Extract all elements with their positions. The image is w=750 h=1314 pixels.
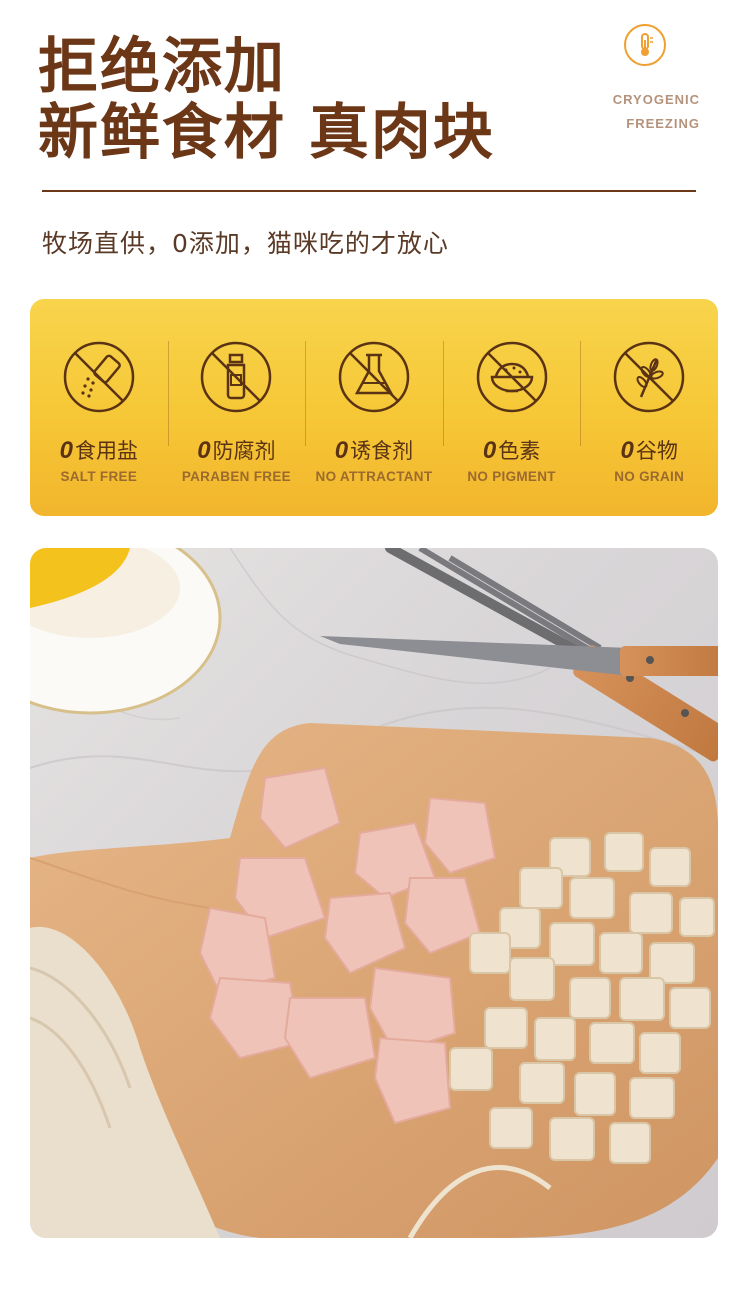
- feature-label: 0谷物: [580, 435, 718, 465]
- feature-sub: NO PIGMENT: [467, 469, 556, 484]
- subtitle: 牧场直供，0添加，猫咪吃的才放心: [42, 229, 449, 258]
- feature-label: 0防腐剂: [168, 435, 306, 465]
- badge-line-1: CRYOGENIC: [612, 92, 700, 107]
- divider: [42, 190, 696, 192]
- feature-zero: 0: [334, 437, 349, 464]
- feature-sub: SALT FREE: [60, 469, 138, 484]
- product-photo: [30, 548, 718, 1238]
- feature-text: 谷物: [635, 439, 678, 463]
- title-line-1: 拒绝添加: [38, 32, 286, 102]
- bowl-crossed-icon: [476, 341, 547, 413]
- page-title: 拒绝添加 新鲜食材 真肉块: [38, 34, 495, 166]
- feature-paraben-free: 0防腐剂 PARABEN FREE: [167, 299, 306, 516]
- flask-crossed-icon: [338, 341, 410, 413]
- feature-label: 0诱食剂: [305, 435, 443, 465]
- feature-no-attractant: 0诱食剂 NO ATTRACTANT: [305, 299, 443, 516]
- feature-sub: PARABEN FREE: [181, 469, 291, 484]
- title-line-2: 新鲜食材 真肉块: [38, 98, 495, 168]
- feature-text: 食用盐: [74, 439, 138, 463]
- thermometer-icon: [624, 24, 666, 66]
- cryogenic-badge: CRYOGENIC FREEZING: [590, 24, 700, 136]
- feature-zero: 0: [197, 437, 211, 464]
- feature-salt-free: 0食用盐 SALT FREE: [30, 299, 168, 516]
- feature-zero: 0: [59, 437, 73, 464]
- feature-zero: 0: [482, 437, 497, 464]
- salt-shaker-crossed-icon: [63, 341, 135, 413]
- feature-sub: NO GRAIN: [614, 469, 685, 484]
- feature-sub: NO ATTRACTANT: [315, 469, 433, 484]
- feature-no-grain: 0谷物 NO GRAIN: [580, 299, 718, 516]
- feature-list: 0食用盐 SALT FREE 0防腐剂 PARABEN FREE 0诱食剂 NO…: [30, 299, 718, 516]
- feature-text: 诱食剂: [350, 439, 414, 463]
- bottle-crossed-icon: [201, 341, 272, 413]
- photo-illustration: [30, 548, 718, 1238]
- free-from-panel: 0食用盐 SALT FREE 0防腐剂 PARABEN FREE 0诱食剂 NO…: [30, 299, 718, 516]
- feature-label: 0色素: [443, 435, 581, 465]
- wheat-crossed-icon: [613, 341, 685, 413]
- feature-zero: 0: [620, 437, 634, 464]
- feature-text: 防腐剂: [212, 439, 276, 463]
- badge-line-2: FREEZING: [626, 116, 700, 131]
- feature-no-pigment: 0色素 NO PIGMENT: [442, 299, 581, 516]
- knife: [320, 636, 718, 676]
- feature-label: 0食用盐: [30, 435, 168, 465]
- feature-text: 色素: [498, 439, 541, 463]
